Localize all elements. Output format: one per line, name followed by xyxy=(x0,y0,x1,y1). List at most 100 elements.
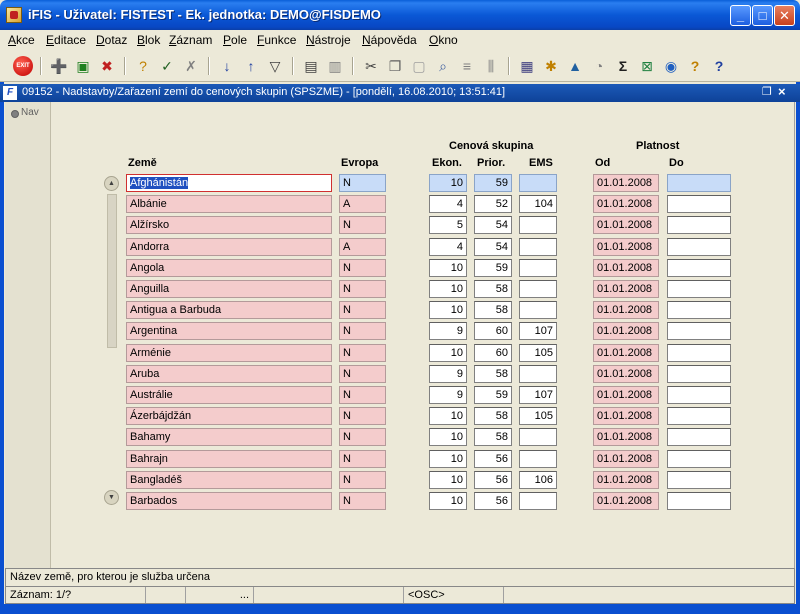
valid-from-field[interactable]: 01.01.2008 xyxy=(593,322,659,340)
europe-field[interactable]: N xyxy=(339,344,386,362)
menu-napoveda[interactable]: Nápověda xyxy=(362,33,417,47)
valid-from-field[interactable]: 01.01.2008 xyxy=(593,365,659,383)
form-close-icon[interactable]: × xyxy=(778,84,786,99)
econ-group-field[interactable]: 9 xyxy=(429,365,467,383)
print-setup-icon[interactable]: ▥ xyxy=(324,55,346,77)
calculator-icon[interactable]: ▦ xyxy=(516,55,538,77)
priority-field[interactable]: 59 xyxy=(474,386,512,404)
econ-group-field[interactable]: 9 xyxy=(429,322,467,340)
minimize-button[interactable]: _ xyxy=(730,5,751,26)
valid-to-field[interactable] xyxy=(667,386,731,404)
scroll-thumb[interactable] xyxy=(107,194,117,348)
econ-group-field[interactable]: 10 xyxy=(429,492,467,510)
ems-field[interactable]: 104 xyxy=(519,195,557,213)
valid-from-field[interactable]: 01.01.2008 xyxy=(593,344,659,362)
valid-from-field[interactable]: 01.01.2008 xyxy=(593,407,659,425)
country-field[interactable]: Angola xyxy=(126,259,332,277)
valid-to-field[interactable] xyxy=(667,195,731,213)
ems-field[interactable] xyxy=(519,428,557,446)
europe-field[interactable]: N xyxy=(339,174,386,192)
priority-field[interactable]: 56 xyxy=(474,471,512,489)
priority-field[interactable]: 60 xyxy=(474,322,512,340)
valid-from-field[interactable]: 01.01.2008 xyxy=(593,492,659,510)
menu-editace[interactable]: Editace xyxy=(46,33,86,47)
nav-radio-icon[interactable] xyxy=(11,110,19,118)
scroll-up-icon[interactable]: ▲ xyxy=(104,176,119,191)
priority-field[interactable]: 54 xyxy=(474,216,512,234)
priority-field[interactable]: 59 xyxy=(474,174,512,192)
priority-field[interactable]: 60 xyxy=(474,344,512,362)
ems-field[interactable] xyxy=(519,216,557,234)
tools-icon[interactable]: ✱ xyxy=(540,55,562,77)
valid-from-field[interactable]: 01.01.2008 xyxy=(593,174,659,192)
priority-field[interactable]: 58 xyxy=(474,280,512,298)
menu-okno[interactable]: Okno xyxy=(429,33,458,47)
ems-field[interactable] xyxy=(519,280,557,298)
valid-to-field[interactable] xyxy=(667,344,731,362)
help-icon[interactable]: ? xyxy=(684,55,706,77)
menu-blok[interactable]: Blok xyxy=(137,33,160,47)
priority-field[interactable]: 58 xyxy=(474,407,512,425)
country-field[interactable]: Albánie xyxy=(126,195,332,213)
country-field[interactable]: Argentina xyxy=(126,322,332,340)
europe-field[interactable]: N xyxy=(339,407,386,425)
execute-query-icon[interactable]: ✓ xyxy=(156,55,178,77)
ems-field[interactable] xyxy=(519,492,557,510)
menu-pole[interactable]: Pole xyxy=(223,33,247,47)
valid-to-field[interactable] xyxy=(667,428,731,446)
econ-group-field[interactable]: 10 xyxy=(429,407,467,425)
priority-field[interactable]: 56 xyxy=(474,450,512,468)
menu-dotaz[interactable]: Dotaz xyxy=(96,33,127,47)
country-field[interactable]: Alžírsko xyxy=(126,216,332,234)
columns-icon[interactable]: ⫼ xyxy=(480,55,502,77)
europe-field[interactable]: N xyxy=(339,259,386,277)
valid-to-field[interactable] xyxy=(667,216,731,234)
europe-field[interactable]: N xyxy=(339,450,386,468)
country-field[interactable]: Aruba xyxy=(126,365,332,383)
window-titlebar[interactable]: iFIS - Uživatel: FISTEST - Ek. jednotka:… xyxy=(0,0,800,30)
filter-icon[interactable]: ▽ xyxy=(264,55,286,77)
europe-field[interactable]: N xyxy=(339,471,386,489)
priority-field[interactable]: 52 xyxy=(474,195,512,213)
ems-field[interactable]: 107 xyxy=(519,322,557,340)
list-icon[interactable]: ≡ xyxy=(456,55,478,77)
econ-group-field[interactable]: 10 xyxy=(429,280,467,298)
sort-asc-icon[interactable]: ↓ xyxy=(216,55,238,77)
excel-icon[interactable]: ⊠ xyxy=(636,55,658,77)
europe-field[interactable]: A xyxy=(339,195,386,213)
europe-field[interactable]: N xyxy=(339,216,386,234)
priority-field[interactable]: 56 xyxy=(474,492,512,510)
valid-to-field[interactable] xyxy=(667,280,731,298)
ems-field[interactable] xyxy=(519,301,557,319)
menu-nastroje[interactable]: Nástroje xyxy=(306,33,351,47)
globe-icon[interactable]: ◉ xyxy=(660,55,682,77)
paste-icon[interactable]: ▢ xyxy=(408,55,430,77)
econ-group-field[interactable]: 9 xyxy=(429,386,467,404)
valid-to-field[interactable] xyxy=(667,301,731,319)
app-icon[interactable] xyxy=(6,7,22,23)
ems-field[interactable]: 106 xyxy=(519,471,557,489)
country-field[interactable]: Austrálie xyxy=(126,386,332,404)
econ-group-field[interactable]: 10 xyxy=(429,428,467,446)
valid-to-field[interactable] xyxy=(667,407,731,425)
cancel-query-icon[interactable]: ✗ xyxy=(180,55,202,77)
econ-group-field[interactable]: 10 xyxy=(429,450,467,468)
valid-from-field[interactable]: 01.01.2008 xyxy=(593,238,659,256)
cut-icon[interactable]: ✂ xyxy=(360,55,382,77)
europe-field[interactable]: N xyxy=(339,386,386,404)
context-help-icon[interactable]: ? xyxy=(708,55,730,77)
europe-field[interactable]: N xyxy=(339,322,386,340)
country-field[interactable]: Bahrajn xyxy=(126,450,332,468)
exit-button[interactable]: EXIT xyxy=(13,56,33,76)
sum-icon[interactable]: Σ xyxy=(612,55,634,77)
ems-field[interactable] xyxy=(519,259,557,277)
menu-funkce[interactable]: Funkce xyxy=(257,33,296,47)
valid-from-field[interactable]: 01.01.2008 xyxy=(593,301,659,319)
valid-from-field[interactable]: 01.01.2008 xyxy=(593,195,659,213)
country-field[interactable]: Anguilla xyxy=(126,280,332,298)
valid-to-field[interactable] xyxy=(667,492,731,510)
priority-field[interactable]: 58 xyxy=(474,301,512,319)
valid-from-field[interactable]: 01.01.2008 xyxy=(593,216,659,234)
econ-group-field[interactable]: 10 xyxy=(429,174,467,192)
country-field[interactable]: Arménie xyxy=(126,344,332,362)
